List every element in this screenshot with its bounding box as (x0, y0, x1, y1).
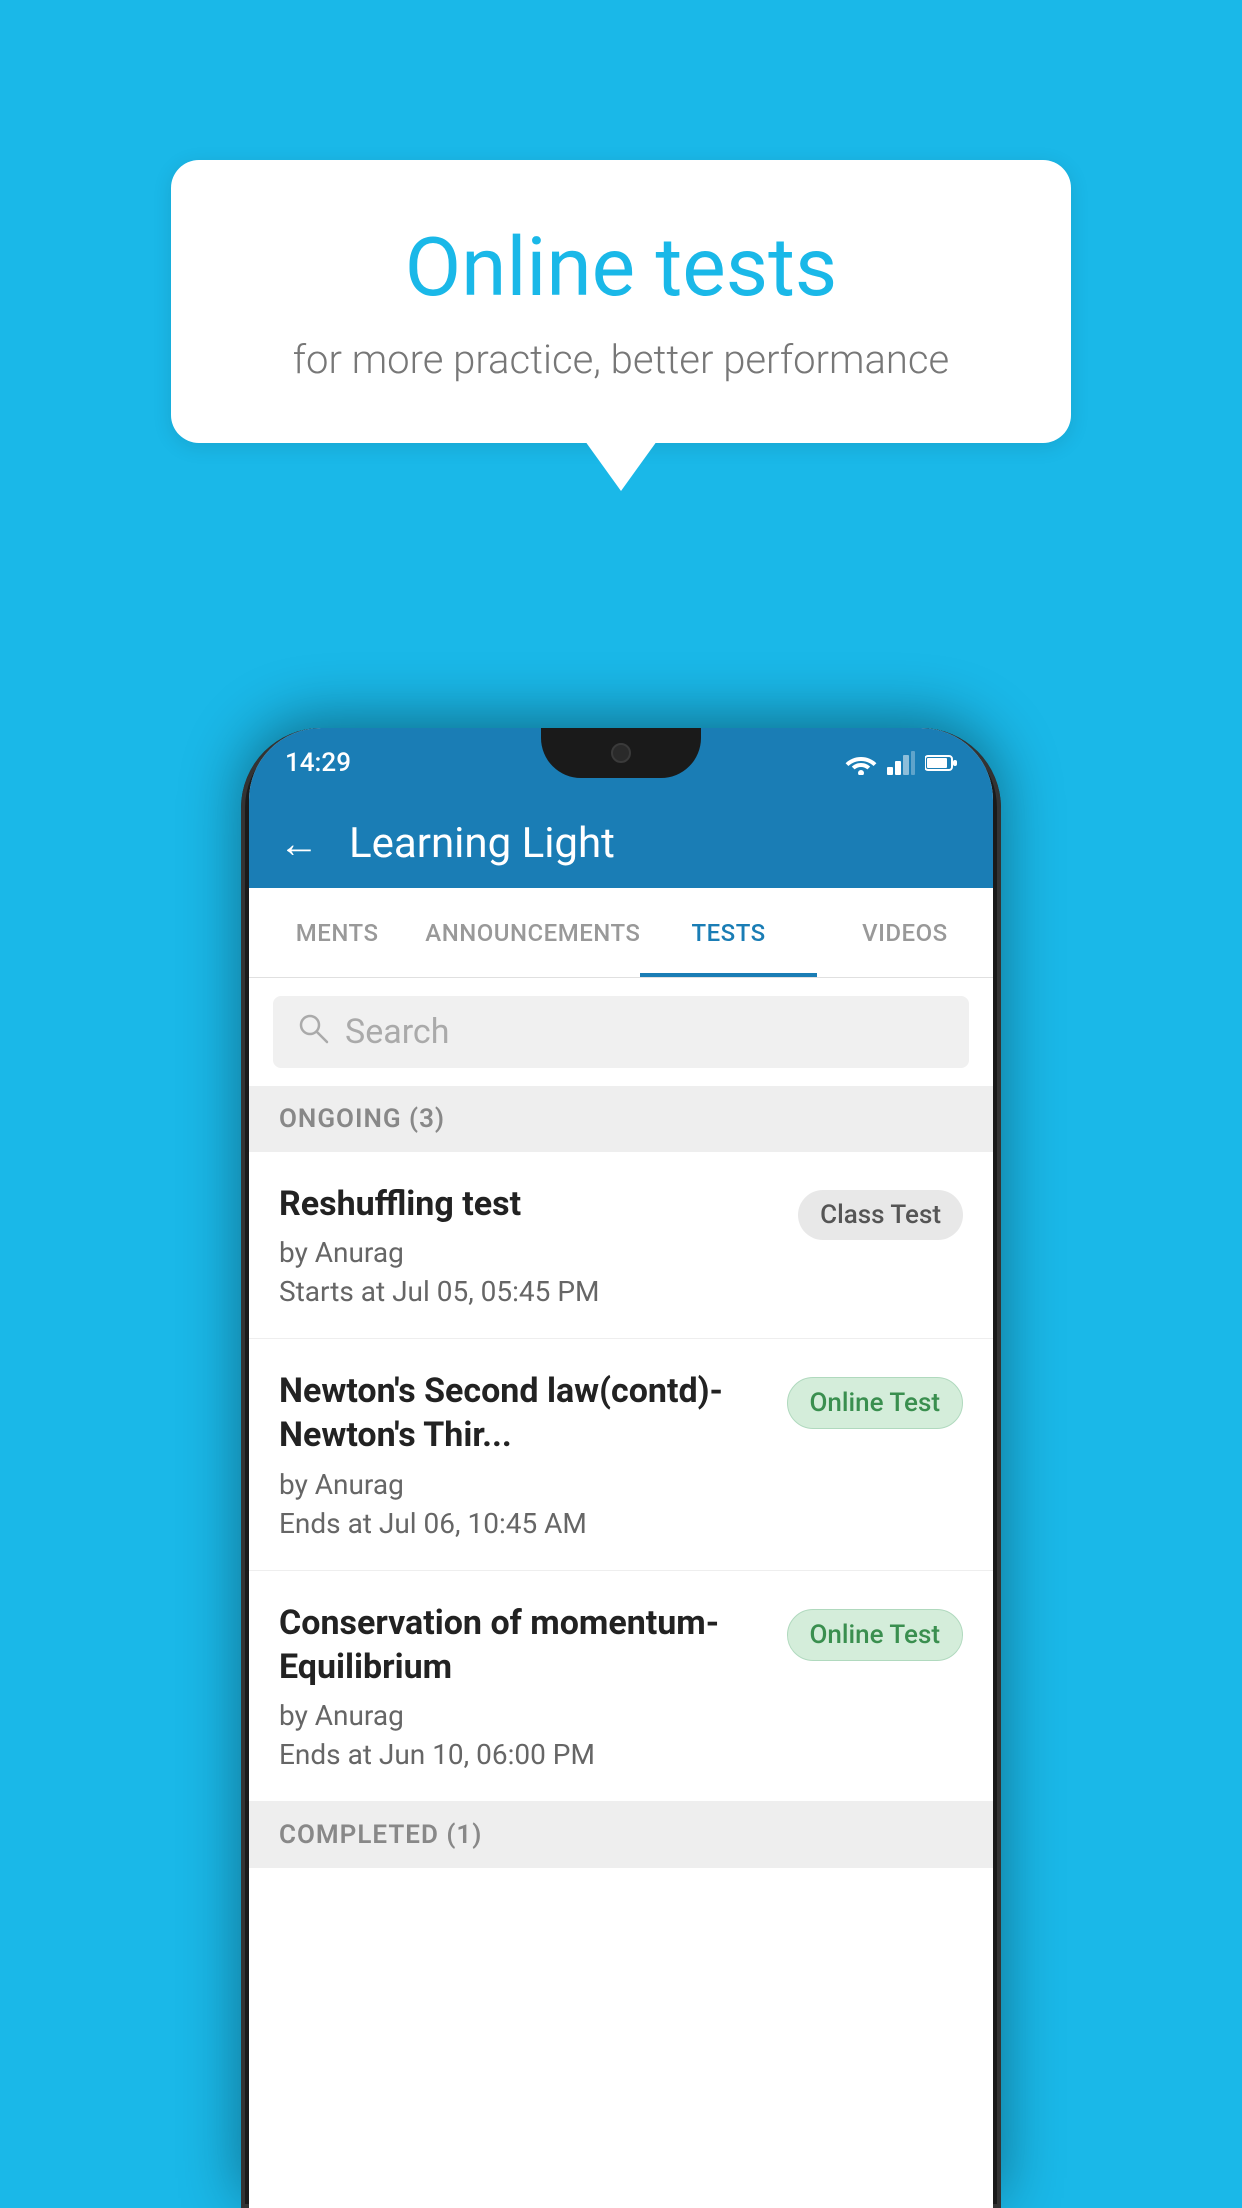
test-badge: Online Test (787, 1377, 964, 1429)
test-item-content: Reshuffling test by Anurag Starts at Jul… (279, 1182, 778, 1308)
phone-mockup: 14:29 (241, 728, 1001, 2208)
test-title: Newton's Second law(contd)-Newton's Thir… (279, 1369, 767, 1457)
wifi-icon (845, 751, 877, 775)
status-icons (845, 751, 957, 775)
background: Online tests for more practice, better p… (0, 0, 1242, 2208)
tab-videos[interactable]: VIDEOS (817, 888, 993, 977)
tab-ments[interactable]: MENTS (249, 888, 425, 977)
test-badge: Class Test (798, 1190, 963, 1240)
test-item-content: Newton's Second law(contd)-Newton's Thir… (279, 1369, 767, 1539)
phone-notch (541, 728, 701, 778)
camera-dot (611, 743, 631, 763)
test-badge: Online Test (787, 1609, 964, 1661)
tests-list: Reshuffling test by Anurag Starts at Jul… (249, 1152, 993, 1802)
test-author: by Anurag (279, 1236, 778, 1269)
speech-bubble-title: Online tests (251, 220, 991, 316)
status-bar: 14:29 (249, 728, 993, 798)
test-item-content: Conservation of momentum-Equilibrium by … (279, 1601, 767, 1771)
search-bar[interactable]: Search (273, 996, 969, 1068)
ongoing-section-header: ONGOING (3) (249, 1086, 993, 1152)
tab-tests[interactable]: TESTS (640, 888, 816, 977)
test-author: by Anurag (279, 1468, 767, 1501)
tabs-bar: MENTS ANNOUNCEMENTS TESTS VIDEOS (249, 888, 993, 978)
app-header: ← Learning Light (249, 798, 993, 888)
completed-label: COMPLETED (1) (279, 1820, 482, 1850)
test-author: by Anurag (279, 1699, 767, 1732)
speech-bubble: Online tests for more practice, better p… (171, 160, 1071, 443)
test-item[interactable]: Reshuffling test by Anurag Starts at Jul… (249, 1152, 993, 1339)
search-placeholder: Search (345, 1012, 449, 1052)
completed-section-header: COMPLETED (1) (249, 1802, 993, 1868)
back-button[interactable]: ← (279, 820, 319, 867)
speech-bubble-subtitle: for more practice, better performance (251, 336, 991, 383)
signal-icon (887, 751, 915, 775)
phone-screen-wrapper: 14:29 (249, 728, 993, 2208)
speech-bubble-container: Online tests for more practice, better p… (171, 160, 1071, 443)
test-time: Ends at Jul 06, 10:45 AM (279, 1507, 767, 1540)
search-container: Search (249, 978, 993, 1086)
test-item[interactable]: Conservation of momentum-Equilibrium by … (249, 1571, 993, 1802)
test-title: Conservation of momentum-Equilibrium (279, 1601, 767, 1689)
test-time: Starts at Jul 05, 05:45 PM (279, 1275, 778, 1308)
test-time: Ends at Jun 10, 06:00 PM (279, 1738, 767, 1771)
screen-content: Search ONGOING (3) Reshuffling test (249, 978, 993, 1868)
phone-frame: 14:29 (241, 728, 1001, 2208)
test-title: Reshuffling test (279, 1182, 778, 1226)
tab-announcements[interactable]: ANNOUNCEMENTS (425, 888, 640, 977)
search-icon (297, 1012, 329, 1053)
battery-icon (925, 754, 957, 772)
test-item[interactable]: Newton's Second law(contd)-Newton's Thir… (249, 1339, 993, 1570)
app-header-title: Learning Light (349, 819, 615, 868)
status-time: 14:29 (285, 748, 351, 778)
ongoing-label: ONGOING (3) (279, 1104, 445, 1134)
